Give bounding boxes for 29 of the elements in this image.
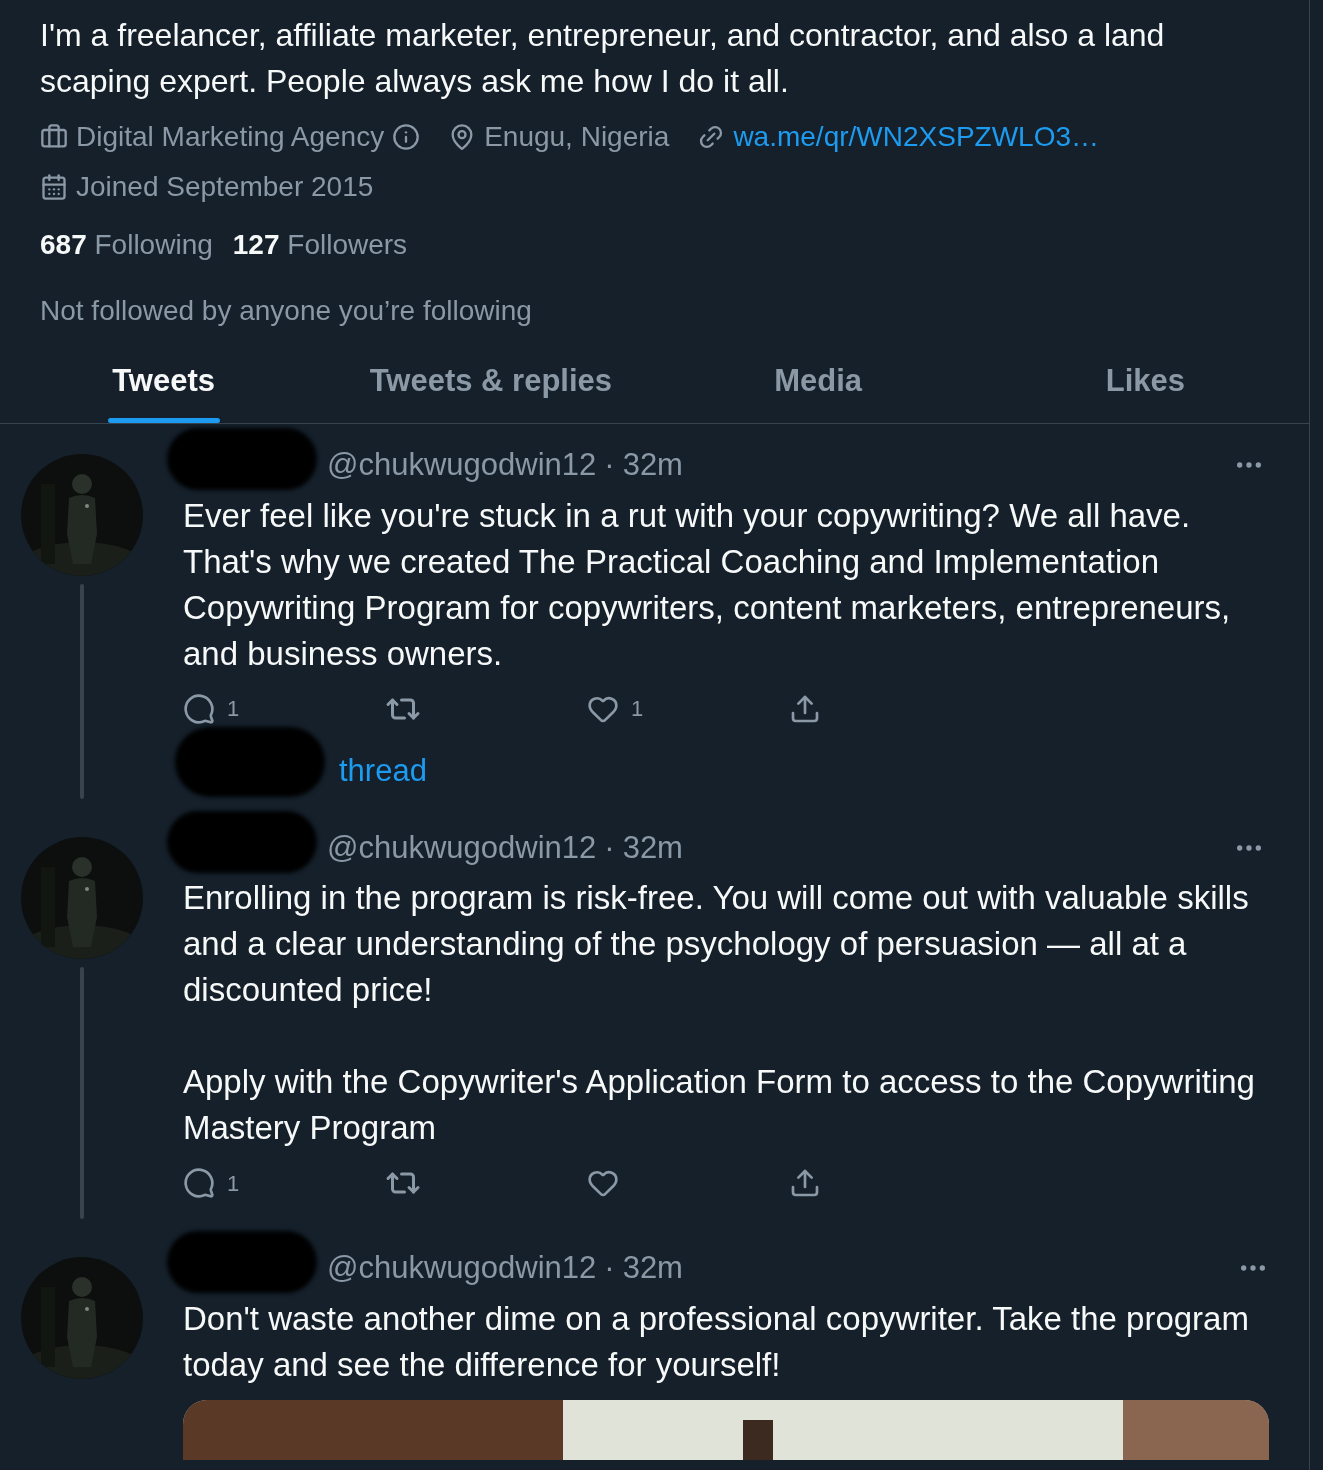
reply-count: 1	[227, 695, 240, 723]
profile-tab[interactable]: Likes	[981, 340, 1309, 423]
tweet-text: Apply with the Copywriter's Application Form to access to the Copywriting Mastery Program	[183, 1062, 1256, 1148]
separator-dot: ·	[603, 1249, 616, 1287]
tweet-handle: @chukwugodwin12	[327, 828, 597, 867]
tweet-text: Enrolling in the program is risk-free. You will come out with valuable skills and a clear understanding of the psychology of persuasion — all at a discounted price!	[183, 878, 1250, 1010]
profile-tab[interactable]: Tweets & replies	[327, 340, 655, 423]
profile-tab[interactable]: Media	[654, 340, 982, 423]
tweet-text: Ever feel like you're stuck in a rut with your copywriting? We all have. That's why we created The Practical Coaching and Implementation Copywriting Program for copywriters, content marketers, entrepreneurs, and business owners.	[183, 495, 1232, 674]
reply-count: 1	[227, 1169, 240, 1198]
profile-link[interactable]: wa.me/qr/WN2XSPZWLO3…	[733, 116, 1100, 158]
separator-dot: ·	[603, 828, 616, 867]
profile-meta-text: Digital Marketing Agency	[76, 120, 385, 154]
tweet-time: 32m	[622, 446, 683, 484]
tweet-time: 32m	[622, 1249, 683, 1287]
tweet-handle: @chukwugodwin12	[327, 1249, 597, 1287]
profile-bio: I'm a freelancer, affiliate marketer, entrepreneur, and contractor, and also a land scaping expert. People always ask me how I do it all.	[40, 16, 1166, 101]
stat-link[interactable]: 687 Following	[40, 224, 213, 266]
profile-meta-text: Enugu, Nigeria	[484, 120, 670, 154]
like-count: 1	[631, 695, 644, 723]
separator-dot: ·	[603, 446, 616, 484]
tweet-handle: @chukwugodwin12	[327, 446, 597, 484]
followers-note: Not followed by anyone you’re following	[40, 294, 533, 328]
show-thread-link[interactable]: thread	[339, 748, 427, 795]
profile-tab[interactable]: Tweets	[0, 340, 328, 423]
tweet-time: 32m	[622, 828, 683, 867]
tweet-text: Don't waste another dime on a professional copywriter. Take the program today and see the difference for yourself!	[183, 1298, 1250, 1385]
stat-link[interactable]: 127 Followers	[232, 224, 408, 266]
profile-meta-text: Joined September 2015	[76, 170, 374, 204]
